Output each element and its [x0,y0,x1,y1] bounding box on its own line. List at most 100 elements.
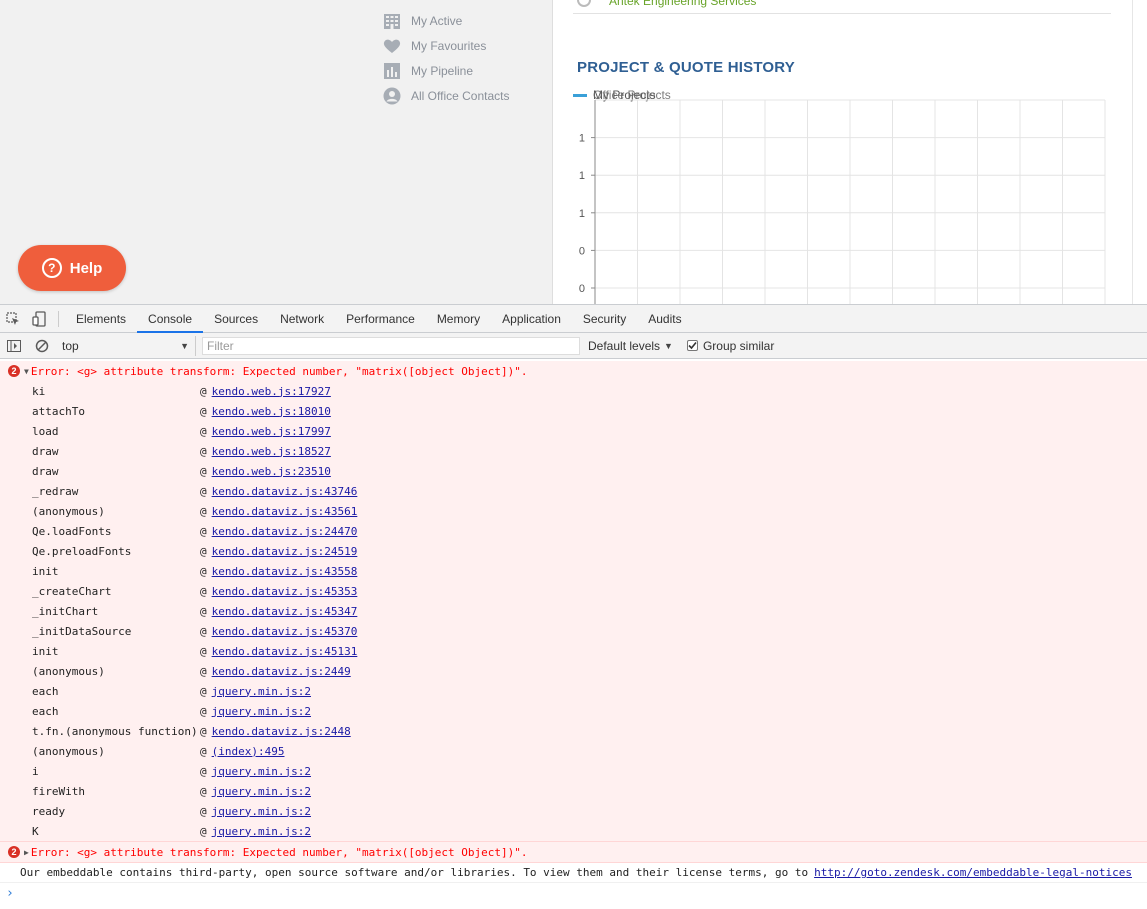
web-page: My Active My Favourites My Pipeline All … [0,0,1147,304]
error-header[interactable]: 2 ▼ Error: <g> attribute transform: Expe… [0,361,1147,381]
filter-input[interactable] [202,336,580,355]
expand-arrow-icon[interactable]: ▼ [24,367,29,376]
stack-at: @ [200,544,207,558]
stack-source-link[interactable]: kendo.dataviz.js:43558 [212,565,358,578]
quick-link-label: My Pipeline [411,63,474,78]
stack-trace: ki @ kendo.web.js:17927 attachTo @ kendo.web.… [0,381,1147,841]
stack-source-link[interactable]: jquery.min.js:2 [212,765,311,778]
stack-source-link[interactable]: (index):495 [212,745,285,758]
levels-dropdown[interactable]: Default levels ▼ [588,339,673,353]
quick-link-my-favourites[interactable]: My Favourites [382,33,509,58]
stack-frame: (anonymous) @ kendo.dataviz.js:2449 [0,661,1147,681]
stack-frame: load @ kendo.web.js:17997 [0,421,1147,441]
tab-console[interactable]: Console [137,305,204,333]
tab-security[interactable]: Security [572,305,637,333]
clear-console-icon[interactable] [28,333,56,359]
stack-frame: attachTo @ kendo.web.js:18010 [0,401,1147,421]
stack-frame: init @ kendo.dataviz.js:43558 [0,561,1147,581]
stack-source-link[interactable]: kendo.dataviz.js:45131 [212,645,358,658]
tab-audits[interactable]: Audits [637,305,692,333]
device-toolbar-icon[interactable] [26,305,52,333]
stack-source-link[interactable]: kendo.web.js:23510 [212,465,331,478]
error-text: Error: <g> attribute transform: Expected… [30,364,528,378]
stack-source-link[interactable]: kendo.web.js:17997 [212,425,331,438]
stack-function: ready [32,804,66,818]
context-value: top [62,338,79,353]
collapse-arrow-icon[interactable]: ▶ [24,848,29,857]
quick-link-my-active[interactable]: My Active [382,8,509,33]
company-link[interactable]: Antek Engineering Services [609,0,756,8]
stack-source-link[interactable]: kendo.dataviz.js:24470 [212,525,358,538]
user-icon [382,86,402,106]
console-prompt[interactable]: › [0,883,1147,903]
page-scrollbar[interactable] [1132,0,1147,304]
stack-function: init [32,644,59,658]
stack-source-link[interactable]: kendo.dataviz.js:24519 [212,545,358,558]
stack-function: (anonymous) [32,664,105,678]
stack-source-link[interactable]: kendo.dataviz.js:45370 [212,625,358,638]
checkbox-checked-icon[interactable] [686,340,698,351]
stack-frame: _createChart @ kendo.dataviz.js:45353 [0,581,1147,601]
sidebar-toggle-icon[interactable] [0,333,28,359]
stack-source-link[interactable]: kendo.dataviz.js:43561 [212,505,358,518]
stack-frame: _redraw @ kendo.dataviz.js:43746 [0,481,1147,501]
context-select[interactable]: top ▼ [56,335,196,356]
y-tick-label: 1 [579,170,585,182]
dropdown-arrow-icon: ▼ [180,340,189,351]
stack-source-link[interactable]: jquery.min.js:2 [212,805,311,818]
error-count-badge: 2 [8,846,20,858]
stack-source-link[interactable]: jquery.min.js:2 [212,705,311,718]
tab-application[interactable]: Application [491,305,572,333]
stack-function: fireWith [32,784,85,798]
y-tick-label: 0 [579,245,585,257]
stack-source-link[interactable]: jquery.min.js:2 [212,825,311,838]
stack-source-link[interactable]: kendo.dataviz.js:45347 [212,605,358,618]
tab-memory[interactable]: Memory [426,305,491,333]
stack-at: @ [200,644,207,658]
bar-chart-icon [382,61,402,81]
stack-source-link[interactable]: jquery.min.js:2 [212,785,311,798]
legal-notices-link[interactable]: http://goto.zendesk.com/embeddable-legal… [814,866,1132,879]
tab-network[interactable]: Network [269,305,335,333]
stack-at: @ [200,484,207,498]
stack-at: @ [200,684,207,698]
quick-link-all-office-contacts[interactable]: All Office Contacts [382,83,509,108]
stack-frame: Qe.loadFonts @ kendo.dataviz.js:24470 [0,521,1147,541]
error-header[interactable]: 2 ▶ Error: <g> attribute transform: Expe… [0,842,1147,862]
tab-sources[interactable]: Sources [203,305,269,333]
y-tick-label: 1 [579,208,585,220]
stack-frame: (anonymous) @ kendo.dataviz.js:43561 [0,501,1147,521]
question-icon: ? [41,258,62,278]
left-pane: My Active My Favourites My Pipeline All … [0,0,552,304]
stack-source-link[interactable]: kendo.dataviz.js:43746 [212,485,358,498]
stack-at: @ [200,504,207,518]
stack-source-link[interactable]: kendo.web.js:18010 [212,405,331,418]
stack-at: @ [200,584,207,598]
dropdown-arrow-icon: ▼ [664,340,673,351]
inspect-element-icon[interactable] [0,305,26,333]
stack-source-link[interactable]: kendo.dataviz.js:2449 [212,665,351,678]
help-button[interactable]: ? Help [18,245,126,291]
stack-frame: (anonymous) @ (index):495 [0,741,1147,761]
stack-source-link[interactable]: kendo.web.js:18527 [212,445,331,458]
stack-source-link[interactable]: kendo.dataviz.js:2448 [212,725,351,738]
stack-function: _redraw [32,484,79,498]
stack-source-link[interactable]: kendo.web.js:17927 [212,385,331,398]
tab-performance[interactable]: Performance [335,305,426,333]
stack-source-link[interactable]: jquery.min.js:2 [212,685,311,698]
company-row: Antek Engineering Services [573,0,1111,14]
stack-function: attachTo [32,404,85,418]
tab-elements[interactable]: Elements [65,305,137,333]
building-icon [382,11,402,31]
stack-at: @ [200,764,207,778]
group-similar-toggle[interactable]: Group similar [686,339,774,353]
error-count-badge: 2 [8,365,20,377]
stack-function: init [32,564,59,578]
quick-link-my-pipeline[interactable]: My Pipeline [382,58,509,83]
stack-at: @ [200,424,207,438]
stack-frame: t.fn.(anonymous function) @ kendo.dataviz.… [0,721,1147,741]
stack-function: _initChart [32,604,99,618]
legend-swatch [573,94,587,98]
chart: 1 1 1 0 0 [579,99,1106,304]
stack-source-link[interactable]: kendo.dataviz.js:45353 [212,585,358,598]
